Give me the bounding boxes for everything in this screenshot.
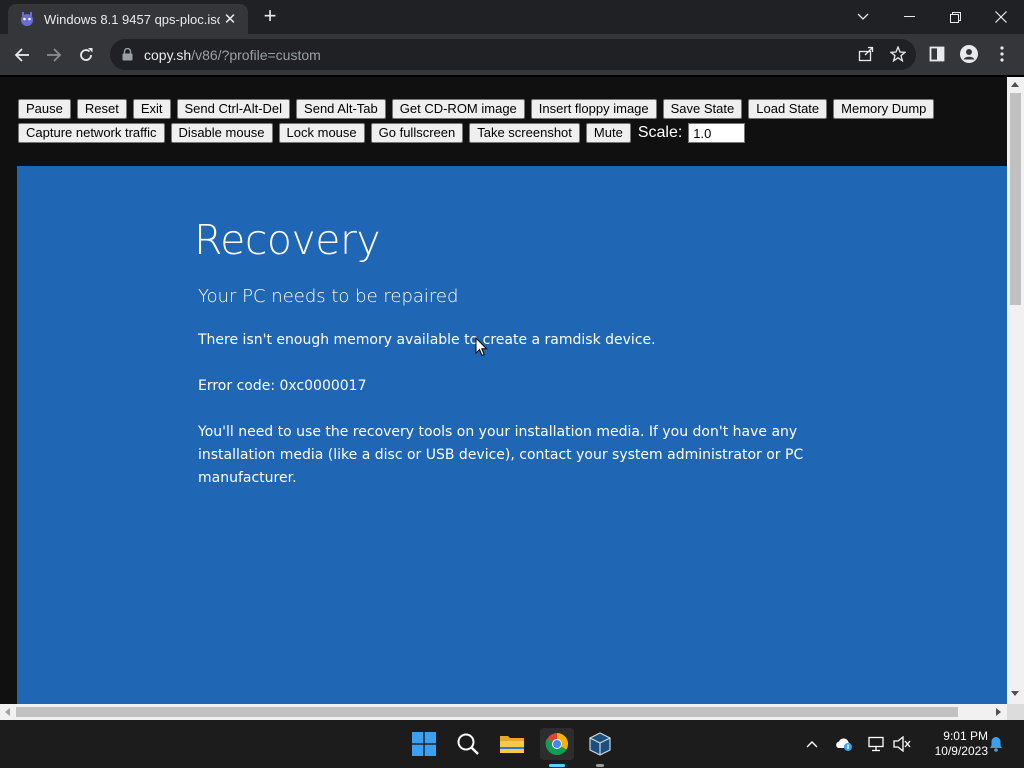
disable-mouse-button[interactable]: Disable mouse	[170, 123, 273, 143]
virtualbox-icon[interactable]	[584, 728, 616, 760]
running-app-indicator	[596, 764, 604, 767]
load-state-button[interactable]: Load State	[748, 99, 828, 119]
emulator-screen[interactable]: Recovery Your PC needs to be repaired Th…	[17, 166, 1007, 704]
lock-mouse-button[interactable]: Lock mouse	[278, 123, 365, 143]
sidebar-icon[interactable]	[926, 43, 948, 65]
recovery-subtitle: Your PC needs to be repaired	[198, 286, 459, 307]
scroll-up-arrow-icon[interactable]	[1011, 82, 1019, 87]
chrome-icon[interactable]	[540, 728, 574, 760]
controls-row-2: Capture network traffic Disable mouse Lock…	[18, 121, 998, 145]
star-icon[interactable]	[887, 43, 909, 65]
clock-date: 10/9/2023	[934, 744, 988, 758]
tab-close-icon[interactable]: ✕	[220, 10, 240, 28]
file-explorer-icon[interactable]	[496, 728, 528, 760]
clock-time: 9:01 PM	[943, 729, 988, 743]
browser-tab[interactable]: Windows 8.1 9457 qps-ploc.iso ✕	[8, 4, 248, 34]
taskbar: 9:01 PM 10/9/2023	[0, 720, 1024, 768]
address-bar[interactable]: copy.sh/v86/?profile=custom	[110, 39, 916, 70]
show-hidden-icons-chevron-icon[interactable]	[802, 734, 822, 754]
recovery-title: Recovery	[194, 216, 381, 264]
mouse-cursor-icon	[475, 336, 488, 362]
lock-icon[interactable]	[120, 48, 134, 62]
web-page: Pause Reset Exit Send Ctrl-Alt-Del Send Alt-…	[0, 77, 1007, 704]
recovery-instructions: You'll need to use the recovery tools on…	[198, 424, 804, 486]
forward-arrow-icon[interactable]	[40, 41, 68, 69]
vertical-scroll-thumb[interactable]	[1010, 93, 1021, 305]
scale-input[interactable]	[688, 123, 746, 143]
save-state-button[interactable]: Save State	[662, 99, 743, 119]
volume-muted-icon[interactable]	[892, 734, 912, 754]
error-code: Error code: 0xc0000017	[198, 378, 367, 394]
mute-button[interactable]: Mute	[585, 123, 631, 143]
recovery-message: There isn't enough memory available to c…	[198, 332, 656, 348]
onedrive-icon[interactable]	[834, 734, 854, 754]
url-path: /v86/?profile=custom	[191, 46, 321, 63]
capture-network-traffic-button[interactable]: Capture network traffic	[18, 123, 165, 143]
profile-icon[interactable]	[958, 43, 980, 65]
vertical-scrollbar[interactable]	[1007, 77, 1024, 704]
new-tab-button[interactable]: +	[257, 5, 283, 29]
scale-label: Scale:	[637, 124, 683, 141]
share-icon[interactable]	[855, 43, 877, 65]
insert-floppy-image-button[interactable]: Insert floppy image	[530, 99, 657, 119]
browser-toolbar: copy.sh/v86/?profile=custom	[0, 34, 1024, 76]
tab-title: Windows 8.1 9457 qps-ploc.iso	[44, 11, 220, 27]
v86-favicon-icon	[18, 10, 36, 28]
scrollbar-corner	[1007, 704, 1024, 720]
tab-search-chevron-icon[interactable]	[840, 0, 886, 34]
back-arrow-icon[interactable]	[8, 41, 36, 69]
horizontal-scroll-thumb[interactable]	[16, 707, 958, 717]
pause-button[interactable]: Pause	[18, 99, 71, 119]
memory-dump-button[interactable]: Memory Dump	[833, 99, 935, 119]
send-ctrl-alt-del-button[interactable]: Send Ctrl-Alt-Del	[176, 99, 291, 119]
start-icon[interactable]	[408, 728, 440, 760]
send-alt-tab-button[interactable]: Send Alt-Tab	[296, 99, 386, 119]
scroll-left-arrow-icon[interactable]	[5, 707, 10, 716]
scroll-right-arrow-icon[interactable]	[996, 707, 1001, 716]
active-app-indicator	[549, 764, 565, 767]
take-screenshot-button[interactable]: Take screenshot	[469, 123, 580, 143]
get-cd-rom-image-button[interactable]: Get CD-ROM image	[391, 99, 525, 119]
exit-button[interactable]: Exit	[132, 99, 171, 119]
network-icon[interactable]	[866, 734, 886, 754]
close-window-icon[interactable]	[978, 0, 1024, 34]
scroll-down-arrow-icon[interactable]	[1011, 691, 1019, 696]
notification-bell-icon[interactable]	[986, 734, 1006, 754]
menu-icon[interactable]	[991, 43, 1013, 65]
url-host: copy.sh	[144, 46, 192, 63]
go-fullscreen-button[interactable]: Go fullscreen	[370, 123, 464, 143]
search-icon[interactable]	[452, 728, 484, 760]
reload-icon[interactable]	[72, 41, 100, 69]
controls-row-1: Pause Reset Exit Send Ctrl-Alt-Del Send Alt-…	[18, 97, 998, 121]
horizontal-scrollbar[interactable]	[0, 704, 1007, 720]
browser-tab-strip: Windows 8.1 9457 qps-ploc.iso ✕ +	[0, 0, 1024, 34]
system-clock[interactable]: 9:01 PM 10/9/2023	[918, 729, 988, 759]
minimize-icon[interactable]	[886, 0, 932, 34]
emulator-controls: Pause Reset Exit Send Ctrl-Alt-Del Send Alt-…	[18, 97, 998, 145]
restore-icon[interactable]	[932, 0, 978, 34]
reset-button[interactable]: Reset	[76, 99, 127, 119]
